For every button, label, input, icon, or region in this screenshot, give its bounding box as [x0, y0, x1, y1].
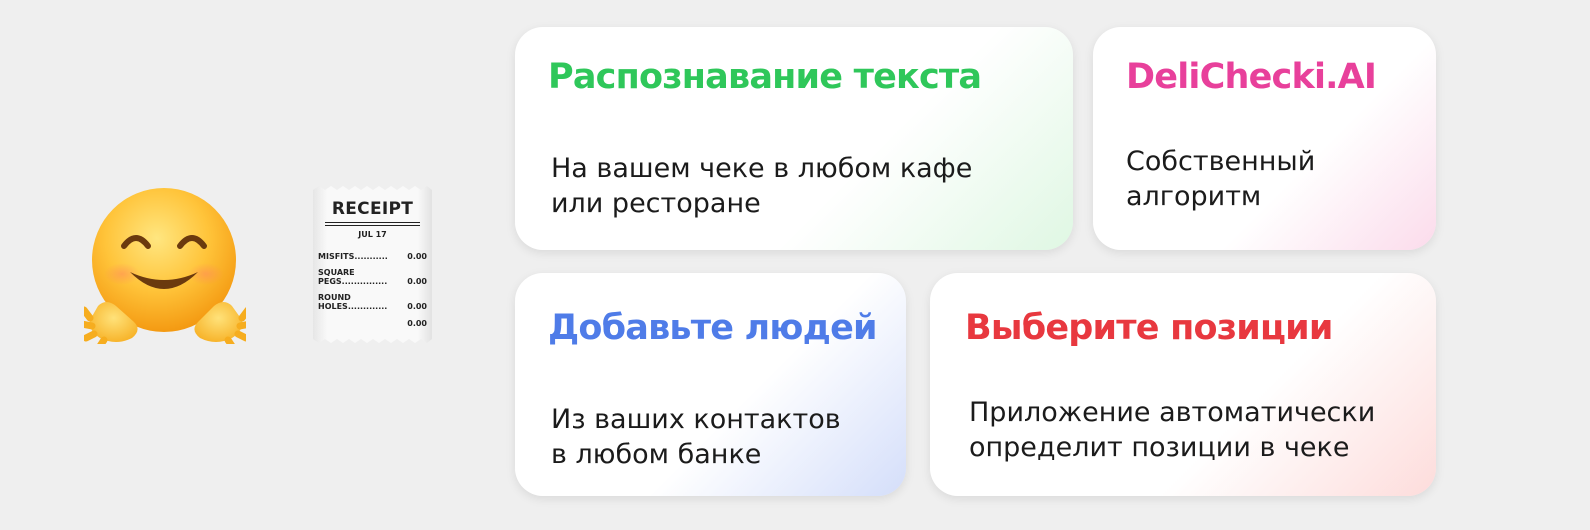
- hugging-face-icon: [84, 188, 246, 344]
- receipt-item-price: 0.00: [407, 277, 427, 286]
- receipt-divider: [325, 225, 420, 226]
- receipt-item-price: 0.00: [407, 302, 427, 311]
- receipt-line-item: MISFITS........... 0.00: [318, 252, 427, 261]
- receipt-icon: RECEIPT JUL 17 MISFITS........... 0.00 S…: [313, 186, 432, 343]
- card-description: Из ваших контактов в любом банке: [551, 402, 841, 472]
- card-description-line: или ресторане: [551, 188, 761, 219]
- receipt-item-label: SQUARE PEGS...............: [318, 268, 388, 286]
- receipt-divider: [325, 222, 420, 223]
- receipt-line-item: SQUARE PEGS............... 0.00: [318, 268, 427, 286]
- card-description-line: в любом банке: [551, 439, 762, 470]
- card-title: Распознавание текста: [548, 57, 982, 97]
- card-description-line: Из ваших контактов: [551, 404, 841, 435]
- receipt-total-price: 0.00: [407, 319, 427, 328]
- card-description-line: определит позиции в чеке: [969, 432, 1350, 463]
- receipt-item-label: MISFITS...........: [318, 252, 388, 261]
- card-description-line: Собственный: [1126, 146, 1316, 177]
- card-description: На вашем чеке в любом кафе или ресторане: [551, 151, 972, 221]
- receipt-title: RECEIPT: [331, 199, 414, 219]
- receipt-item-label: ROUND HOLES.............: [318, 293, 388, 311]
- card-title: DeliChecki.AI: [1126, 57, 1377, 97]
- feature-card-text-recognition: Распознавание текста На вашем чеке в люб…: [515, 27, 1073, 250]
- card-description: Собственный алгоритм: [1126, 144, 1315, 214]
- receipt-line-item: ROUND HOLES............. 0.00: [318, 293, 427, 311]
- card-description-line: алгоритм: [1126, 181, 1262, 212]
- card-title: Выберите позиции: [965, 308, 1333, 348]
- card-title: Добавьте людей: [548, 308, 878, 348]
- feature-card-select-items: Выберите позиции Приложение автоматическ…: [930, 273, 1436, 496]
- card-description-line: На вашем чеке в любом кафе: [551, 153, 973, 184]
- card-description: Приложение автоматически определит позиц…: [969, 395, 1375, 465]
- feature-card-brand: DeliChecki.AI Собственный алгоритм: [1093, 27, 1436, 250]
- feature-card-add-people: Добавьте людей Из ваших контактов в любо…: [515, 273, 906, 496]
- receipt-date: JUL 17: [358, 230, 387, 239]
- receipt-total: 0.00: [318, 319, 427, 328]
- receipt-item-price: 0.00: [407, 252, 427, 261]
- card-description-line: Приложение автоматически: [969, 397, 1376, 428]
